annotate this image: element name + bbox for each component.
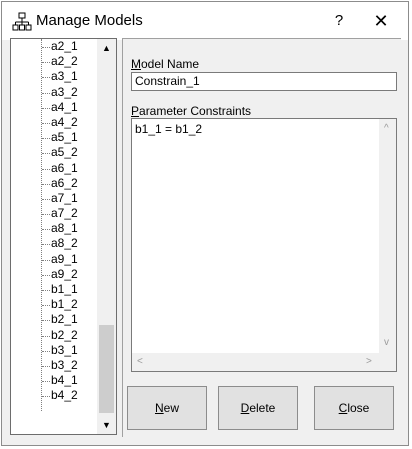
constraints-vertical-scrollbar[interactable]: ^ v: [379, 119, 396, 353]
tree-item[interactable]: b3_2: [11, 358, 97, 373]
tree-item[interactable]: a9_1: [11, 252, 97, 267]
tree-item[interactable]: a8_1: [11, 221, 97, 236]
tree-branch-line: [42, 77, 50, 79]
window-title: Manage Models: [36, 12, 143, 29]
scroll-up-arrow-icon[interactable]: ▲: [97, 39, 116, 57]
tree-item-label: a3_2: [51, 84, 78, 99]
tree-item-label: a4_2: [51, 114, 78, 129]
parameter-constraints-textarea[interactable]: b1_1 = b1_2 ^ v < >: [131, 118, 397, 372]
tree-item-label: a7_2: [51, 206, 78, 221]
tree-item-label: a2_1: [51, 39, 78, 53]
tree-branch-line: [42, 396, 50, 398]
tree-item-label: b1_2: [51, 297, 78, 312]
tree-item-label: a4_1: [51, 99, 78, 114]
close-button[interactable]: Close: [314, 386, 394, 430]
tree-scrollbar[interactable]: ▲ ▼: [97, 39, 116, 434]
tree-item[interactable]: b1_2: [11, 297, 97, 312]
close-window-button[interactable]: ✕: [366, 8, 396, 34]
tree-branch-line: [42, 138, 50, 140]
model-tree[interactable]: a2_1 a2_2 a3_1 a3_2 a4_1 a4_2 a5_1 a5_2 a6_1 a6_2…: [10, 38, 117, 435]
tree-item[interactable]: b2_2: [11, 328, 97, 343]
tree-item[interactable]: b4_1: [11, 373, 97, 388]
tree-branch-line: [42, 168, 50, 170]
scroll-up-icon[interactable]: ^: [384, 123, 389, 134]
tree-branch-line: [42, 92, 50, 94]
tree-item[interactable]: a4_2: [11, 115, 97, 130]
tree-branch-line: [42, 381, 50, 383]
tree-item[interactable]: a2_1: [11, 39, 97, 54]
tree-item-label: b3_2: [51, 357, 78, 372]
tree-item[interactable]: a9_2: [11, 267, 97, 282]
tree-item[interactable]: a7_2: [11, 206, 97, 221]
tree-item[interactable]: a3_2: [11, 85, 97, 100]
tree-list: a2_1 a2_2 a3_1 a3_2 a4_1 a4_2 a5_1 a5_2 a6_1 a6_2…: [11, 39, 97, 404]
tree-item-label: b4_1: [51, 373, 78, 388]
tree-item[interactable]: b1_1: [11, 282, 97, 297]
tree-item-label: a3_1: [51, 69, 78, 84]
tree-item-label: a9_1: [51, 251, 78, 266]
tree-item-label: a6_2: [51, 175, 78, 190]
scrollbar-thumb[interactable]: [99, 325, 114, 413]
delete-button[interactable]: Delete: [218, 386, 298, 430]
tree-item-label: b2_2: [51, 327, 78, 342]
tree-item[interactable]: a4_1: [11, 100, 97, 115]
tree-branch-line: [42, 259, 50, 261]
tree-item[interactable]: a5_1: [11, 130, 97, 145]
scroll-right-icon[interactable]: >: [366, 356, 372, 367]
tree-item[interactable]: a5_2: [11, 145, 97, 160]
tree-branch-line: [42, 229, 50, 231]
tree-item-label: a5_2: [51, 145, 78, 160]
tree-branch-line: [42, 183, 50, 185]
tree-item[interactable]: a8_2: [11, 236, 97, 251]
new-button[interactable]: New: [127, 386, 207, 430]
tree-item-label: a8_2: [51, 236, 78, 251]
tree-item-label: a2_2: [51, 54, 78, 69]
tree-branch-line: [42, 274, 50, 276]
tree-item-label: b1_1: [51, 282, 78, 296]
constraints-text: b1_1 = b1_2: [135, 122, 203, 136]
tree-branch-line: [42, 47, 50, 48]
tree-item[interactable]: a2_2: [11, 54, 97, 69]
tree-branch-line: [42, 244, 50, 246]
tree-branch-line: [42, 214, 50, 216]
tree-branch-line: [42, 122, 50, 124]
parameter-constraints-label: Parameter Constraints: [131, 104, 252, 118]
tree-item-label: a8_1: [51, 221, 78, 236]
tree-branch-line: [42, 62, 50, 64]
tree-branch-line: [42, 335, 50, 337]
scroll-down-icon[interactable]: v: [384, 337, 389, 348]
constraints-horizontal-scrollbar[interactable]: < >: [132, 353, 379, 371]
model-name-label: Model Name: [131, 57, 200, 71]
tree-item[interactable]: b4_2: [11, 388, 97, 403]
tree-branch-line: [42, 305, 50, 307]
tree-item-label: a5_1: [51, 130, 78, 145]
tree-item[interactable]: a6_1: [11, 161, 97, 176]
tree-item-label: a7_1: [51, 190, 78, 205]
scrollbar-corner: [379, 353, 396, 371]
tree-item[interactable]: a7_1: [11, 191, 97, 206]
tree-item-label: a9_2: [51, 266, 78, 281]
tree-branch-line: [42, 198, 50, 200]
scroll-down-arrow-icon[interactable]: ▼: [97, 416, 116, 434]
tree-branch-line: [42, 365, 50, 367]
tree-item-label: b4_2: [51, 388, 78, 403]
models-tree-icon: [12, 12, 32, 31]
model-name-input[interactable]: Constrain_1: [131, 72, 397, 91]
tree-branch-line: [42, 153, 50, 155]
tree-item[interactable]: a3_1: [11, 69, 97, 84]
title-bar: Manage Models ? ✕: [2, 2, 408, 40]
tree-branch-line: [42, 290, 50, 291]
help-button[interactable]: ?: [327, 8, 351, 34]
tree-item-label: a6_1: [51, 160, 78, 175]
tree-branch-line: [42, 320, 50, 322]
tree-item-label: b2_1: [51, 312, 78, 327]
tree-item-label: b3_1: [51, 342, 78, 357]
tree-branch-line: [42, 350, 50, 352]
tree-branch-line: [42, 107, 50, 109]
tree-item[interactable]: b2_1: [11, 312, 97, 327]
tree-item[interactable]: b3_1: [11, 343, 97, 358]
tree-item[interactable]: a6_2: [11, 176, 97, 191]
scroll-left-icon[interactable]: <: [137, 356, 143, 367]
